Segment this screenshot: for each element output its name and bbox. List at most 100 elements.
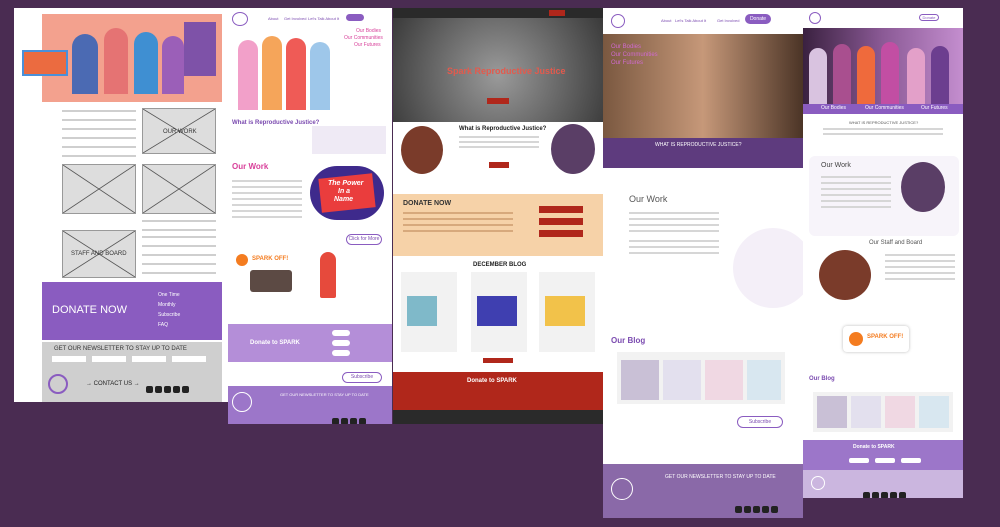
donate-button[interactable]: Donate <box>919 14 939 21</box>
our-work-heading: Our Work <box>821 162 851 169</box>
profile-photo <box>401 126 443 174</box>
newsletter-footer: GET OUR NEWSLETTER TO STAY UP TO DATE <box>228 386 392 424</box>
podcast-icon <box>849 332 863 346</box>
profile-photo <box>901 162 945 212</box>
donate-option-button[interactable] <box>539 206 583 213</box>
wireframe-donate-section: DONATE NOW One Time Monthly Subscribe FA… <box>42 282 222 340</box>
newsletter-heading: GET OUR NEWSLETTER TO STAY UP TO DATE <box>665 474 776 480</box>
hero-title: Spark Reproductive Justice <box>447 66 566 76</box>
facebook-icon[interactable] <box>332 418 339 424</box>
blog-card[interactable] <box>539 272 595 352</box>
donate-section: Donate to SPARK <box>228 324 392 362</box>
tagline: Our Futures <box>611 60 644 66</box>
donate-heading: Donate to SPARK <box>853 444 895 450</box>
twitter-icon[interactable] <box>744 506 751 513</box>
newsletter-heading: GET OUR NEWSLETTER TO STAY UP TO DATE <box>280 392 369 397</box>
hero-photo <box>803 28 963 112</box>
tagline: Our Communities <box>865 105 904 111</box>
donate-option-button[interactable] <box>875 458 895 463</box>
more-blog-button[interactable] <box>483 358 513 363</box>
donate-heading: DONATE NOW <box>403 200 452 207</box>
instagram-icon[interactable] <box>762 506 769 513</box>
tagline: Our Bodies <box>821 105 847 111</box>
wireframe-text-lines <box>62 110 136 164</box>
wireframe-image-placeholder: STAFF AND BOARD <box>62 230 136 278</box>
donate-button[interactable]: Donate <box>745 14 771 24</box>
blog-heading: Our Blog <box>611 336 646 345</box>
our-work-heading: Our Work <box>629 194 668 204</box>
spark-logo <box>48 374 68 394</box>
wireframe-donate-option[interactable]: FAQ <box>158 322 168 328</box>
person-illustration <box>320 252 336 298</box>
nav-item[interactable]: Let's Talk About It <box>675 18 706 23</box>
facebook-icon[interactable] <box>146 386 153 393</box>
wireframe-donate-option[interactable]: One Time <box>158 292 180 298</box>
blog-card[interactable] <box>471 272 527 352</box>
instagram-icon[interactable] <box>890 492 897 498</box>
linkedin-icon[interactable] <box>182 386 189 393</box>
donate-option-button[interactable] <box>901 458 921 463</box>
podcast-card[interactable]: SPARK OFF! <box>843 326 909 352</box>
wireframe-donate-option[interactable]: Subscribe <box>158 312 180 318</box>
blog-card[interactable] <box>401 272 457 352</box>
tagline: Our Bodies <box>356 28 382 34</box>
wireframe-staff-board-label: STAFF AND BOARD <box>71 251 127 257</box>
twitter-icon[interactable] <box>155 386 162 393</box>
tagline: Our Futures <box>354 42 381 48</box>
wireframe-text-lines <box>142 236 216 281</box>
subscribe-button[interactable]: Subscribe <box>737 416 783 428</box>
rj-heading: WHAT IS REPRODUCTIVE JUSTICE? <box>655 142 742 148</box>
newsletter-footer <box>803 470 963 498</box>
donate-option-button[interactable] <box>332 350 350 356</box>
facebook-icon[interactable] <box>735 506 742 513</box>
youtube-icon[interactable] <box>753 506 760 513</box>
wireframe-footer: → CONTACT US → <box>42 368 222 402</box>
podcast-icon <box>236 254 248 266</box>
wireframe-image-placeholder <box>142 164 216 214</box>
donate-option-button[interactable] <box>332 340 350 346</box>
twitter-icon[interactable] <box>341 418 348 424</box>
nav-item[interactable]: Get Involved <box>284 16 306 21</box>
nav-item[interactable]: Let's Talk About It <box>308 16 339 21</box>
nav-item[interactable]: Get Involved <box>717 18 739 23</box>
hero-photo: Our Bodies Our Communities Our Futures <box>603 34 803 138</box>
power-title-line: The Power <box>328 180 364 187</box>
instagram-icon[interactable] <box>173 386 180 393</box>
power-in-a-name-graphic[interactable]: The Power In a Name <box>310 166 384 220</box>
click-for-more-button[interactable]: Click for More <box>346 234 382 245</box>
blog-gallery[interactable] <box>813 392 953 432</box>
newsletter-footer: GET OUR NEWSLETTER TO STAY UP TO DATE <box>603 464 803 518</box>
linkedin-icon[interactable] <box>771 506 778 513</box>
design-panel-2: About Get Involved Let's Talk About It O… <box>228 8 392 424</box>
decorative-circle <box>733 228 803 308</box>
twitter-icon[interactable] <box>872 492 879 498</box>
youtube-icon[interactable] <box>881 492 888 498</box>
donate-option-button[interactable] <box>332 330 350 336</box>
podcast-video[interactable] <box>250 270 292 292</box>
rj-heading: What is Reproductive Justice? <box>232 120 320 126</box>
donate-section: DONATE NOW <box>393 194 603 256</box>
nav-item[interactable]: About <box>268 16 278 21</box>
wireframe-donate-option[interactable]: Monthly <box>158 302 176 308</box>
wireframe-dropdown <box>22 50 68 76</box>
podcast-title: SPARK OFF! <box>867 334 904 340</box>
nav-item[interactable]: About <box>661 18 671 23</box>
youtube-icon[interactable] <box>164 386 171 393</box>
hero-illustration <box>232 30 352 114</box>
hero-button[interactable] <box>487 98 509 104</box>
wireframe-contact-link[interactable]: → CONTACT US → <box>86 381 140 387</box>
donate-option-button[interactable] <box>539 218 583 225</box>
youtube-icon[interactable] <box>350 418 357 424</box>
instagram-icon[interactable] <box>359 418 366 424</box>
tagline: Our Futures <box>921 105 948 111</box>
linkedin-icon[interactable] <box>899 492 906 498</box>
blog-gallery[interactable] <box>617 352 785 404</box>
subscribe-button[interactable]: Subscribe <box>342 372 382 383</box>
facebook-icon[interactable] <box>863 492 870 498</box>
wireframe-donate-heading[interactable]: DONATE NOW <box>52 304 127 316</box>
donate-option-button[interactable] <box>539 230 583 237</box>
read-more-button[interactable] <box>489 162 509 168</box>
tagline-bar: Our Bodies Our Communities Our Futures <box>803 104 963 114</box>
donate-button[interactable] <box>346 14 364 21</box>
donate-option-button[interactable] <box>849 458 869 463</box>
